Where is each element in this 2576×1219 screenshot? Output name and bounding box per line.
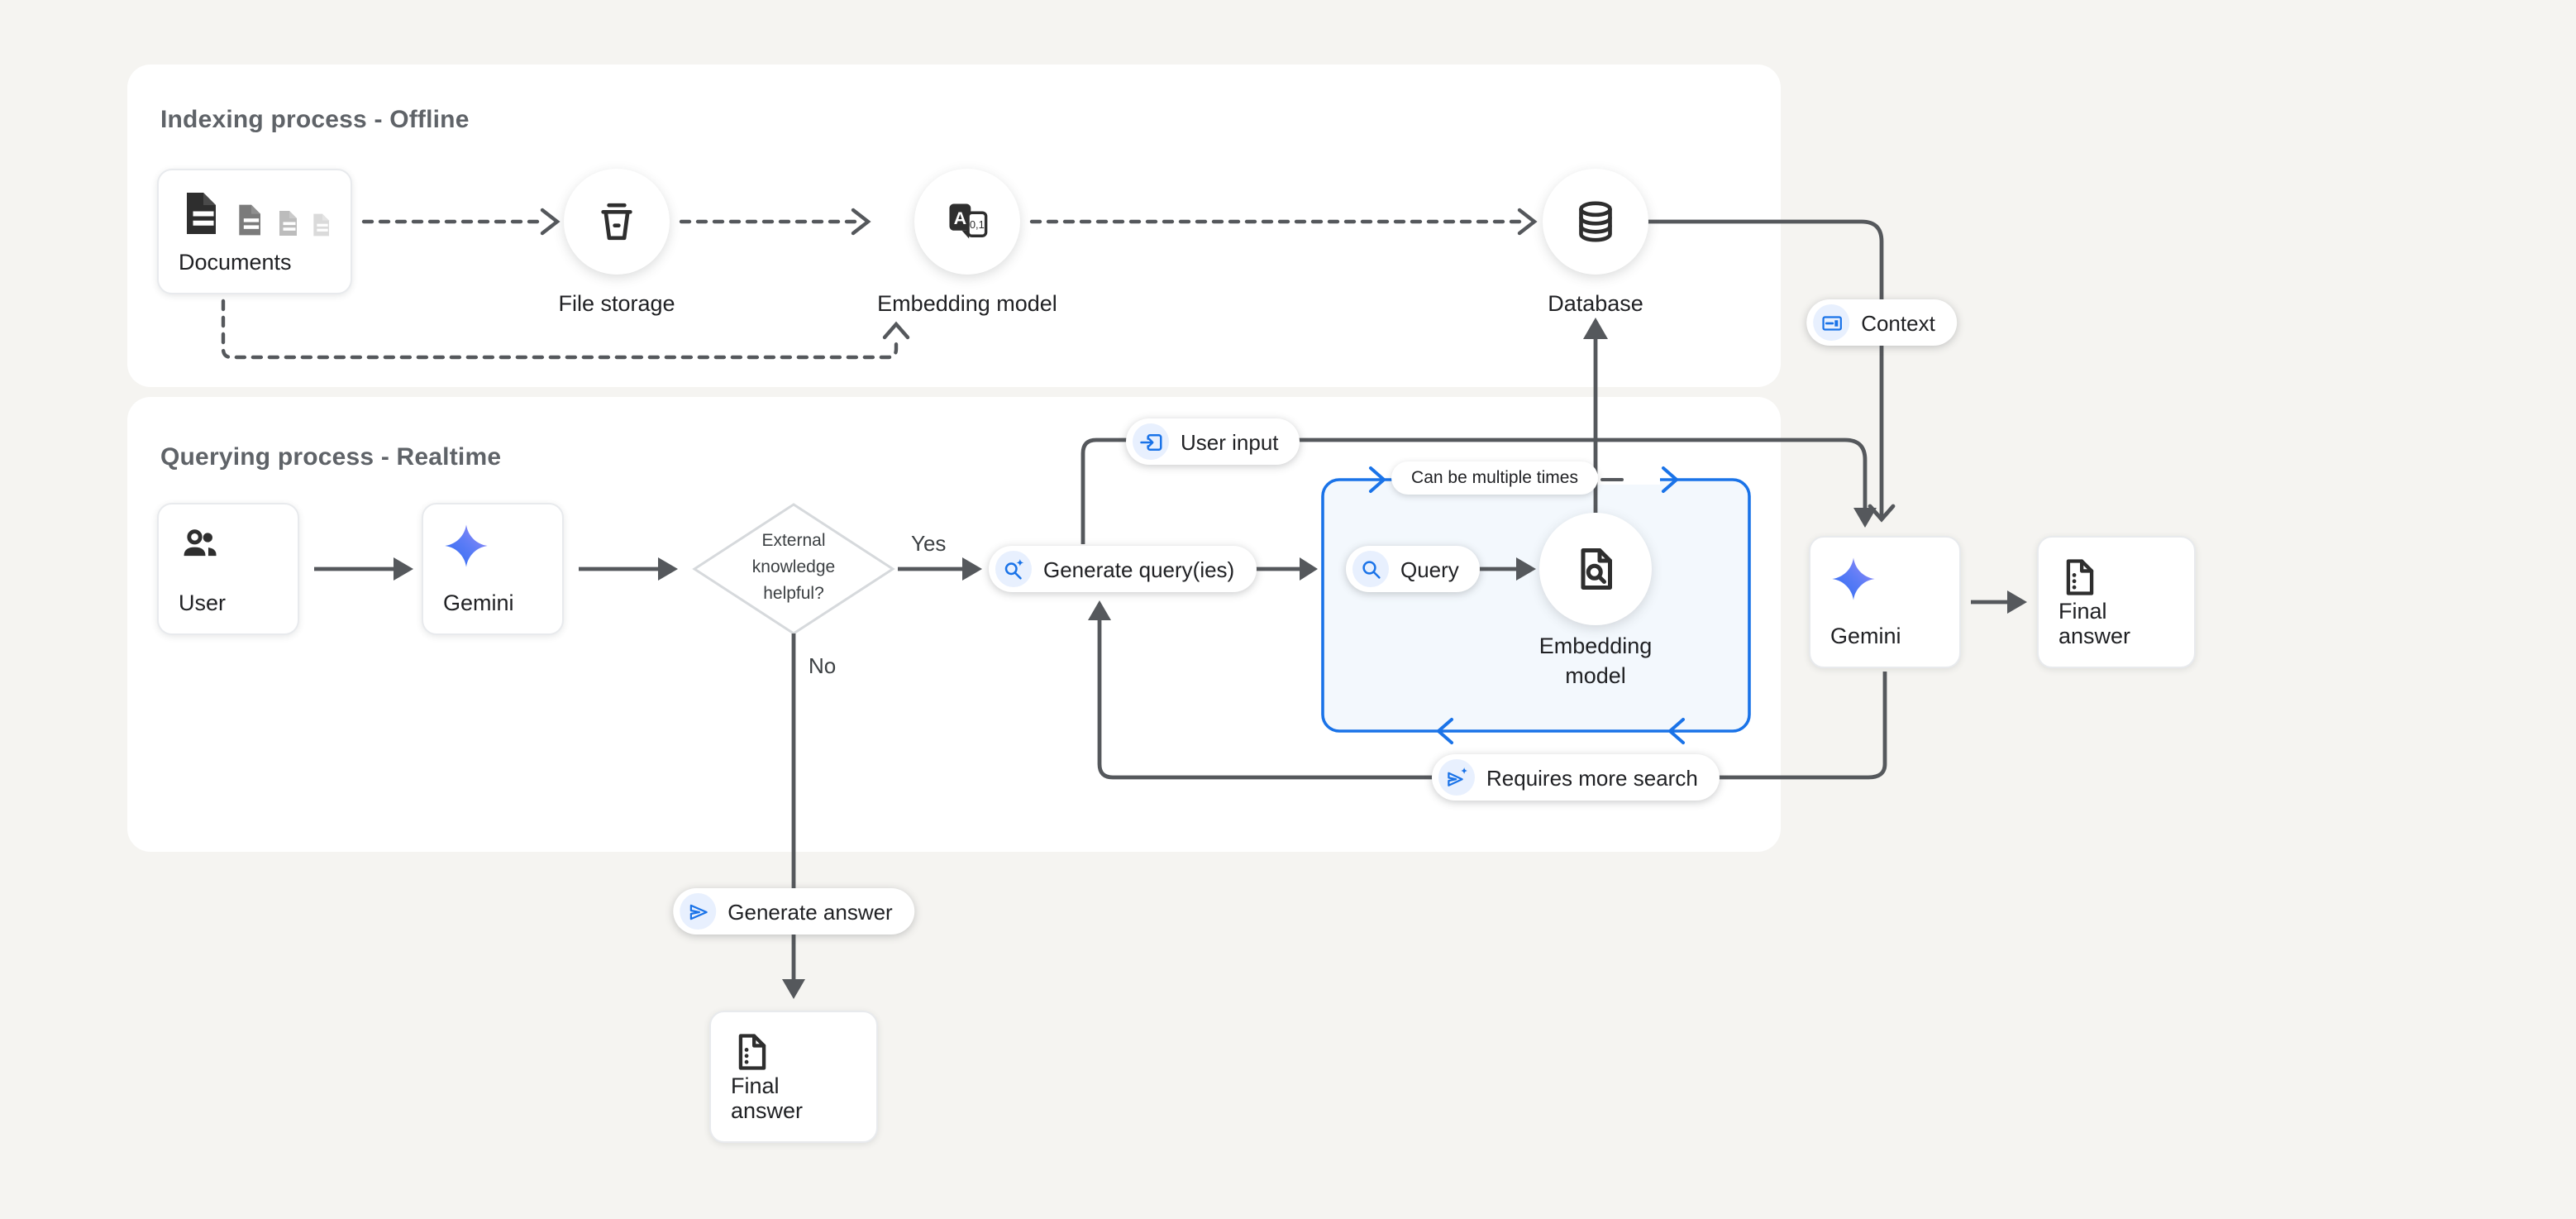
edge-user-gemini xyxy=(314,557,413,581)
gemini-2-card: Gemini xyxy=(1809,536,1961,668)
final-answer-2-card: Final answer xyxy=(2037,536,2196,668)
query-pill: Query xyxy=(1346,546,1481,592)
edge-gemini-diamond xyxy=(579,557,678,581)
edge-generatequeries-box xyxy=(1253,557,1318,581)
search-icon xyxy=(1352,551,1389,587)
loop-box xyxy=(1323,480,1749,731)
edge-embedding-database xyxy=(1032,210,1534,233)
final-answer-1-card: Final answer xyxy=(709,1011,878,1143)
bucket-icon xyxy=(594,198,640,245)
no-label: No xyxy=(809,653,836,678)
generate-answer-label: Generate answer xyxy=(727,899,892,924)
edge-database-gemini-context xyxy=(1648,222,1893,519)
edge-documents-filestorage xyxy=(364,210,557,233)
embedding-model-2-label: Embedding model xyxy=(1539,632,1653,692)
database-label: Database xyxy=(1548,289,1643,318)
query-label: Query xyxy=(1400,557,1459,581)
generate-queries-pill: Generate query(ies) xyxy=(989,546,1256,592)
can-be-multiple-times-tag: Can be multiple times xyxy=(1391,461,1598,495)
querying-title: Querying process - Realtime xyxy=(160,443,501,471)
indexing-title: Indexing process - Offline xyxy=(160,106,470,134)
send-spark-icon xyxy=(1438,759,1475,796)
user-input-label: User input xyxy=(1181,429,1279,454)
embedding-model-label: Embedding model xyxy=(877,289,1057,318)
document-icon xyxy=(2058,556,2101,599)
search-spark-icon xyxy=(995,551,1032,587)
database-icon xyxy=(1572,198,1619,245)
context-article-icon xyxy=(1813,304,1849,341)
generate-answer-pill: Generate answer xyxy=(673,888,914,935)
yes-label: Yes xyxy=(911,531,946,556)
database-node xyxy=(1543,169,1648,275)
document-icon xyxy=(731,1030,774,1073)
generate-queries-label: Generate query(ies) xyxy=(1043,557,1234,581)
gemini-star-icon xyxy=(1830,556,1877,602)
user-label: User xyxy=(179,590,226,615)
decision-text: External knowledge helpful? xyxy=(694,529,893,608)
file-storage-label: File storage xyxy=(558,289,675,318)
final-answer-1-label: Final answer xyxy=(731,1073,856,1123)
edge-gemini2-finalanswer xyxy=(1971,590,2027,614)
edge-yes xyxy=(898,557,982,581)
documents-icon xyxy=(179,189,336,238)
input-icon xyxy=(1133,423,1169,460)
doc-search-icon xyxy=(1571,544,1620,594)
edge-no xyxy=(782,633,805,999)
gemini-card: Gemini xyxy=(422,503,564,635)
gemini-2-label: Gemini xyxy=(1830,624,1901,648)
embedding-model-2-node xyxy=(1539,513,1652,625)
send-icon xyxy=(680,893,716,930)
gemini-label: Gemini xyxy=(443,590,514,615)
rag-architecture-diagram: Indexing process - Offline Querying proc… xyxy=(0,0,2576,1219)
embedding-model-node: A 0,1 xyxy=(914,169,1020,275)
final-answer-2-label: Final answer xyxy=(2058,599,2174,648)
people-icon xyxy=(179,523,222,566)
context-label: Context xyxy=(1861,310,1935,335)
requires-more-search-label: Requires more search xyxy=(1486,765,1698,790)
user-input-pill: User input xyxy=(1126,418,1300,465)
edge-filestorage-embedding xyxy=(681,210,868,233)
svg-text:A: A xyxy=(954,208,967,228)
requires-more-search-pill: Requires more search xyxy=(1432,754,1720,801)
context-pill: Context xyxy=(1806,299,1957,346)
documents-card: Documents xyxy=(157,169,352,294)
gemini-star-icon xyxy=(443,523,489,569)
documents-label: Documents xyxy=(179,250,292,275)
translate-icon: A 0,1 xyxy=(944,198,990,245)
svg-text:0,1: 0,1 xyxy=(970,218,985,231)
file-storage-node xyxy=(564,169,670,275)
user-card: User xyxy=(157,503,299,635)
